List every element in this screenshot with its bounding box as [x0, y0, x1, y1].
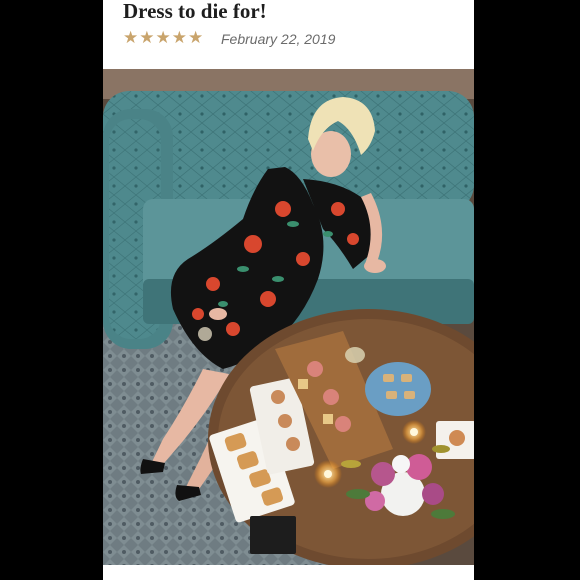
star-icon: ★ [139, 28, 155, 48]
review-title: Dress to die for! [123, 0, 267, 23]
star-icon: ★ [123, 28, 139, 48]
review-photo[interactable] [103, 69, 474, 565]
card-bottom-edge [103, 565, 474, 580]
star-rating: ★ ★ ★ ★ ★ [123, 29, 203, 47]
star-icon: ★ [188, 28, 204, 48]
review-header: Dress to die for! ★ ★ ★ ★ ★ February 22,… [103, 0, 474, 69]
star-icon: ★ [155, 28, 171, 48]
review-date: February 22, 2019 [221, 31, 336, 47]
review-card: Dress to die for! ★ ★ ★ ★ ★ February 22,… [103, 0, 474, 580]
star-icon: ★ [171, 28, 187, 48]
